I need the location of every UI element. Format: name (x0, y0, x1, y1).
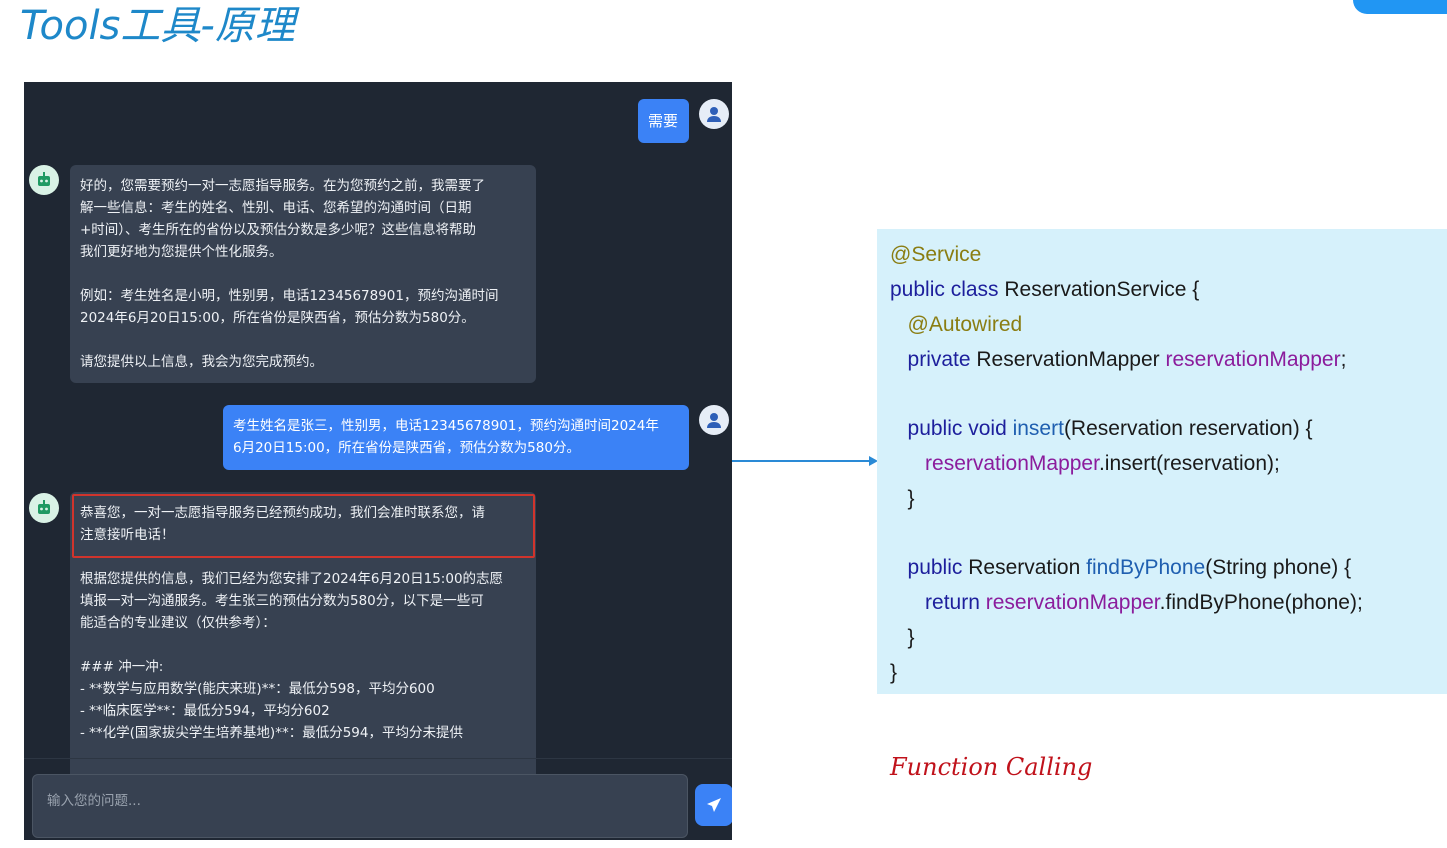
code-token: Reservation (968, 556, 1087, 579)
code-block: @Service public class ReservationService … (877, 229, 1447, 694)
code-token: ; (1340, 348, 1347, 371)
code-line: public class ReservationService { (890, 276, 1199, 304)
code-token: reservationMapper (985, 591, 1160, 614)
code-token: .insert(reservation); (1098, 452, 1280, 475)
code-token: public class (890, 278, 1005, 301)
bot-avatar (29, 493, 59, 523)
send-icon (707, 798, 721, 812)
highlight-box (72, 494, 535, 558)
recommendation-text: 根据您提供的信息，我们已经为您安排了2024年6月20日15:00的志愿 填报一… (80, 571, 504, 741)
robot-icon (38, 500, 50, 514)
send-button[interactable] (695, 784, 732, 826)
code-token: } (890, 626, 915, 649)
code-token: private (907, 348, 977, 371)
flow-arrow (732, 456, 878, 466)
user-icon (707, 413, 721, 428)
corner-decoration (1353, 0, 1447, 14)
code-token: reservationMapper (1165, 348, 1341, 371)
code-token: } (890, 661, 898, 684)
user-avatar (699, 405, 729, 435)
code-token: @Autowired (907, 313, 1023, 336)
code-token: ReservationMapper (976, 348, 1166, 371)
code-token: } (890, 487, 915, 510)
user-icon (707, 107, 721, 122)
code-line: return reservationMapper.findByPhone(pho… (890, 589, 1363, 617)
chat-panel: 需要 好的，您需要预约一对一志愿指导服务。在为您预约之前，我需要了 解一些信息：… (24, 82, 732, 840)
code-token: public void (907, 417, 1013, 440)
code-line: @Autowired (890, 311, 1023, 339)
code-token: public (907, 556, 969, 579)
code-token: return (925, 591, 986, 614)
code-token: (Reservation reservation) { (1063, 417, 1313, 440)
code-token: @Service (890, 243, 982, 266)
slide-title: Tools工具-原理 (20, 3, 295, 49)
code-line: } (890, 624, 915, 652)
code-line: private ReservationMapper reservationMap… (890, 346, 1347, 374)
code-line: public void insert(Reservation reservati… (890, 415, 1313, 443)
code-token: ReservationService { (1004, 278, 1200, 301)
code-token: insert (1012, 417, 1064, 440)
user-message: 需要 (638, 99, 689, 143)
code-token: .findByPhone(phone); (1159, 591, 1363, 614)
code-line: } (890, 659, 897, 687)
code-line: reservationMapper.insert(reservation); (890, 450, 1280, 478)
function-calling-label: Function Calling (890, 753, 1093, 781)
code-line: @Service (890, 241, 981, 269)
user-message: 考生姓名是张三，性别男，电话12345678901，预约沟通时间2024年 6月… (223, 405, 689, 470)
code-token: (String phone) { (1205, 556, 1352, 579)
code-line: } (890, 485, 915, 513)
code-token: reservationMapper (925, 452, 1099, 475)
assistant-message: 好的，您需要预约一对一志愿指导服务。在为您预约之前，我需要了 解一些信息：考生的… (70, 165, 536, 383)
code-line: public Reservation findByPhone(String ph… (890, 554, 1352, 582)
code-token: findByPhone (1086, 556, 1206, 579)
input-divider (24, 758, 732, 759)
chat-input[interactable]: 输入您的问题... (32, 774, 688, 838)
robot-icon (38, 172, 50, 186)
user-avatar (699, 99, 729, 129)
bot-avatar (29, 165, 59, 195)
